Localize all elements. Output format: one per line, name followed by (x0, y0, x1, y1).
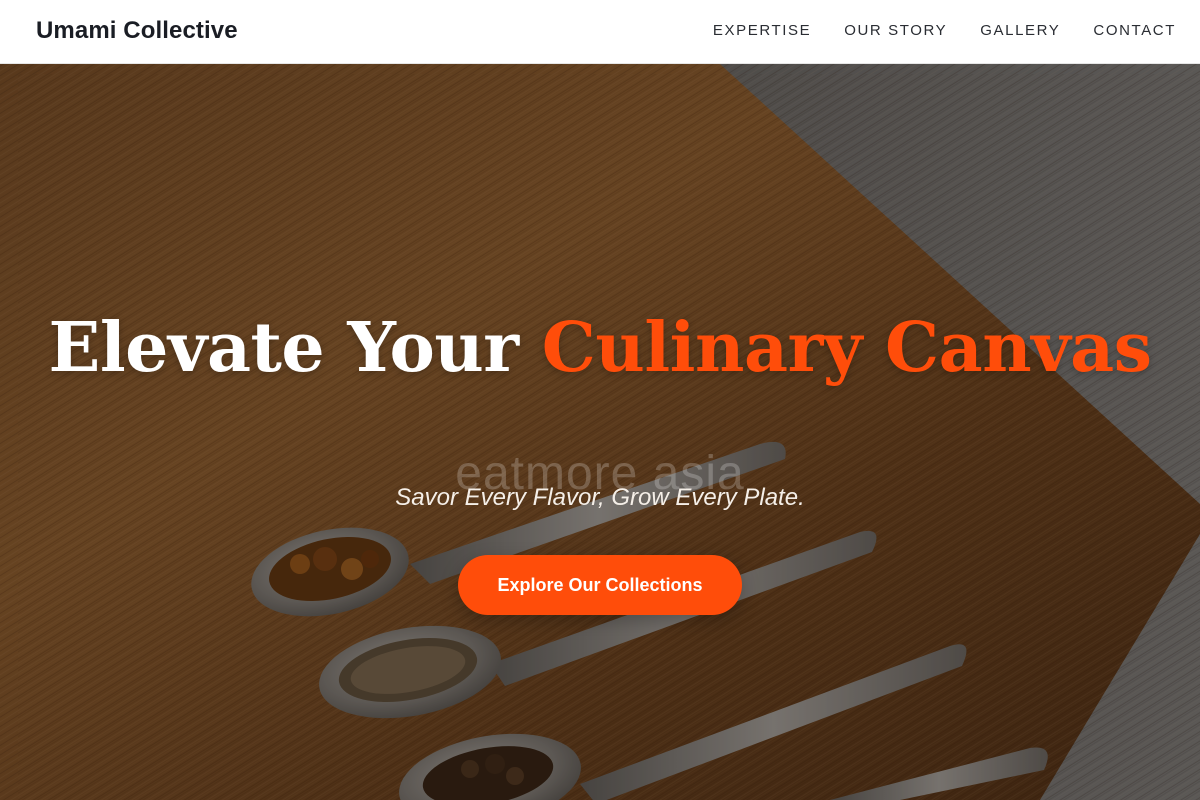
hero-content: Elevate Your Culinary Canvas eatmore asi… (0, 64, 1200, 800)
hero-tagline: Savor Every Flavor, Grow Every Plate. (395, 484, 805, 511)
hero-title-lead: Elevate Your (48, 308, 542, 388)
hero-title-accent: Culinary Canvas (541, 308, 1152, 388)
nav-gallery[interactable]: GALLERY (980, 20, 1060, 42)
brand-logo[interactable]: Umami Collective (36, 16, 238, 46)
main-nav: EXPERTISE OUR STORY GALLERY CONTACT (713, 20, 1176, 42)
nav-expertise[interactable]: EXPERTISE (713, 20, 811, 42)
site-header: Umami Collective EXPERTISE OUR STORY GAL… (0, 0, 1200, 64)
nav-our-story[interactable]: OUR STORY (844, 20, 947, 42)
page: Umami Collective EXPERTISE OUR STORY GAL… (0, 0, 1200, 800)
hero-section: Elevate Your Culinary Canvas eatmore asi… (0, 64, 1200, 800)
hero-title: Elevate Your Culinary Canvas (0, 312, 1200, 384)
explore-collections-button[interactable]: Explore Our Collections (458, 555, 742, 615)
nav-contact[interactable]: CONTACT (1093, 20, 1176, 42)
